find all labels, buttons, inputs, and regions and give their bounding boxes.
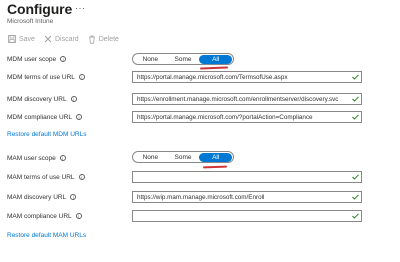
page-subtitle: Microsoft Intune [7, 18, 54, 25]
mdm-scope-all[interactable]: All [199, 54, 233, 64]
info-icon[interactable]: i [75, 213, 82, 219]
info-icon[interactable]: i [78, 74, 85, 80]
info-icon[interactable]: i [70, 194, 77, 200]
mdm-scope-some[interactable]: Some [167, 55, 200, 64]
mam-terms-field[interactable] [132, 171, 362, 183]
mam-terms-label: MAM terms of use URL i [7, 172, 85, 182]
mdm-terms-field[interactable]: https://portal.manage.microsoft.com/Term… [132, 71, 362, 83]
delete-label: Delete [98, 35, 119, 43]
mdm-compliance-label: MDM compliance URL i [7, 112, 83, 122]
mdm-terms-label: MDM terms of use URL i [7, 72, 85, 82]
info-icon[interactable]: i [60, 56, 67, 62]
command-bar: Save Discard Delete [8, 33, 128, 45]
mam-discovery-label: MAM discovery URL i [7, 192, 77, 202]
annotation-underline [202, 165, 228, 169]
mam-user-scope-toggle: None Some All [132, 151, 234, 163]
mam-user-scope-label: MAM user scope i [7, 153, 66, 163]
checkmark-icon [351, 113, 360, 122]
checkmark-icon [351, 173, 360, 182]
mdm-compliance-value: https://portal.manage.microsoft.com/?por… [137, 113, 313, 121]
mdm-discovery-label: MDM discovery URL i [7, 94, 77, 104]
info-icon[interactable]: i [59, 155, 66, 161]
mdm-scope-none[interactable]: None [134, 55, 167, 64]
checkmark-icon [351, 73, 360, 82]
save-label: Save [19, 35, 35, 43]
restore-mam-urls-link[interactable]: Restore default MAM URLs [7, 232, 86, 239]
page-title: Configure [7, 1, 73, 17]
mam-scope-none[interactable]: None [134, 153, 167, 162]
mdm-compliance-field[interactable]: https://portal.manage.microsoft.com/?por… [132, 111, 362, 123]
mdm-user-scope-label: MDM user scope i [7, 54, 67, 64]
close-icon [44, 35, 52, 43]
discard-label: Discard [54, 35, 79, 43]
mdm-discovery-value: https://enrollment.manage.microsoft.com/… [137, 95, 339, 103]
mdm-user-scope-toggle: None Some All [132, 53, 234, 65]
mam-compliance-label: MAM compliance URL i [7, 211, 82, 221]
more-options-icon[interactable]: ··· [75, 3, 86, 13]
mam-compliance-field[interactable] [132, 210, 362, 222]
checkmark-icon [351, 212, 360, 221]
checkmark-icon [351, 95, 360, 104]
mam-scope-all[interactable]: All [199, 152, 233, 162]
delete-button[interactable]: Delete [88, 35, 119, 44]
info-icon[interactable]: i [70, 96, 77, 102]
mdm-terms-value: https://portal.manage.microsoft.com/Term… [137, 73, 288, 81]
annotation-underline [199, 66, 229, 70]
save-icon [8, 35, 16, 43]
info-icon[interactable]: i [78, 174, 85, 180]
mam-scope-some[interactable]: Some [167, 153, 200, 162]
mam-discovery-value: https://wip.mam.manage.microsoft.com/Enr… [137, 193, 265, 201]
checkmark-icon [351, 193, 360, 202]
save-button[interactable]: Save [8, 35, 35, 43]
mam-discovery-field[interactable]: https://wip.mam.manage.microsoft.com/Enr… [132, 191, 362, 203]
restore-mdm-urls-link[interactable]: Restore default MDM URLs [7, 131, 86, 138]
mdm-discovery-field[interactable]: https://enrollment.manage.microsoft.com/… [132, 93, 362, 105]
trash-icon [88, 35, 95, 44]
discard-button[interactable]: Discard [44, 35, 79, 43]
info-icon[interactable]: i [76, 114, 83, 120]
